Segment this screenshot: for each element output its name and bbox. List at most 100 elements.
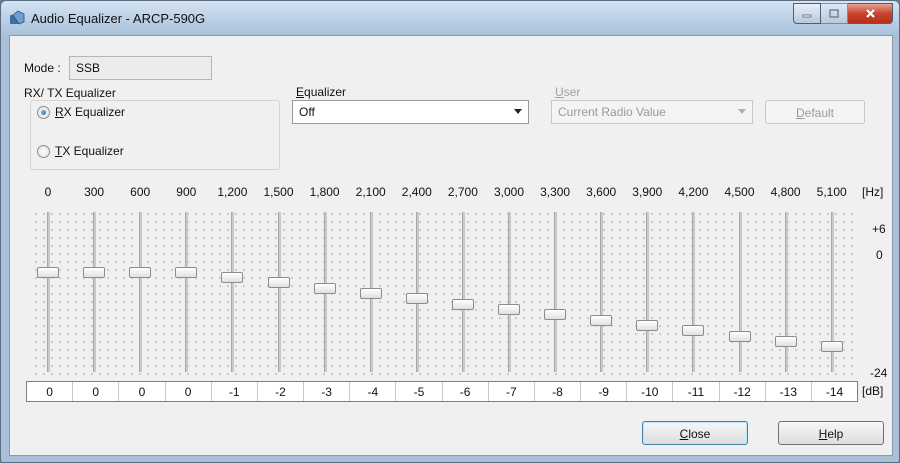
slider-track[interactable] (784, 212, 788, 372)
slider-thumb[interactable] (820, 341, 843, 353)
slider-track[interactable] (508, 212, 511, 372)
chevron-down-icon (738, 109, 746, 114)
slider-thumb[interactable] (129, 266, 152, 278)
frequency-label: 2,700 (447, 185, 478, 199)
rx-equalizer-label[interactable]: RX Equalizer (55, 105, 125, 119)
frequency-label: 600 (130, 185, 151, 199)
frequency-label: 1,500 (263, 185, 294, 199)
frequency-label: 1,200 (217, 185, 248, 199)
slider-track[interactable] (277, 212, 281, 372)
db-value-cell: -3 (304, 382, 351, 401)
close-button[interactable]: Close (642, 421, 748, 445)
slider-thumb[interactable] (405, 293, 428, 305)
slider-track[interactable] (185, 212, 189, 372)
db-value-cell: -10 (627, 382, 674, 401)
slider-track[interactable] (93, 212, 97, 372)
slider-thumb[interactable] (267, 277, 290, 289)
slider-thumb[interactable] (774, 335, 797, 347)
caption-buttons (793, 3, 893, 24)
slider-thumb[interactable] (636, 319, 659, 331)
slider-track[interactable] (600, 212, 604, 372)
slider-track[interactable] (47, 212, 50, 372)
hz-unit-label: [Hz] (862, 185, 884, 199)
frequency-label: 4,200 (678, 185, 709, 199)
db-value-cell: 0 (166, 382, 212, 401)
user-select: Current Radio Value (551, 100, 753, 124)
scale-zero-label: 0 (876, 248, 883, 262)
default-button: Default (765, 100, 865, 124)
slider-thumb[interactable] (83, 266, 106, 278)
maximize-icon (829, 9, 839, 18)
db-value-cell: -2 (258, 382, 305, 401)
db-value-cell: -4 (350, 382, 397, 401)
slider-thumb[interactable] (590, 314, 613, 326)
mode-label: Mode : (24, 61, 61, 75)
equalizer-dot-grid (30, 208, 856, 376)
slider-track[interactable] (231, 212, 235, 372)
slider-track[interactable] (461, 212, 465, 372)
slider-thumb[interactable] (313, 282, 336, 294)
tx-equalizer-radio[interactable] (37, 145, 50, 158)
slider-track[interactable] (554, 212, 558, 372)
chevron-down-icon (514, 109, 522, 114)
db-values-row: 0 0 0 0 -1 -2 -3 -4 -5 -6 -7 -8 -9 -10 -11 -12 -13 -14 (26, 381, 858, 402)
mode-field: SSB (69, 56, 212, 80)
close-window-button[interactable] (848, 3, 893, 24)
slider-thumb[interactable] (451, 298, 474, 310)
frequency-label: 1,800 (309, 185, 340, 199)
slider-thumb[interactable] (498, 303, 520, 315)
db-unit-label: [dB] (862, 384, 884, 398)
slider-track[interactable] (692, 212, 696, 372)
frequency-label: 900 (176, 185, 197, 199)
minimize-button[interactable] (793, 3, 821, 24)
db-value-cell: -14 (825, 385, 844, 399)
slider-thumb[interactable] (175, 266, 198, 278)
frequency-label: 3,000 (493, 185, 525, 199)
equalizer-label: Equalizer (296, 85, 347, 99)
tx-equalizer-label[interactable]: TX Equalizer (55, 144, 124, 158)
db-value-cell: -7 (489, 382, 535, 401)
rx-equalizer-radio[interactable] (37, 106, 50, 119)
slider-thumb[interactable] (37, 266, 59, 278)
slider-track[interactable] (415, 212, 419, 372)
frequency-label: 4,500 (724, 185, 755, 199)
db-value-cell: -5 (396, 382, 443, 401)
slider-thumb[interactable] (682, 325, 705, 337)
user-value: Current Radio Value (558, 105, 666, 119)
frequency-label: 5,100 (816, 185, 847, 199)
mode-value: SSB (76, 61, 101, 75)
frequency-label: 3,900 (632, 185, 663, 199)
help-button[interactable]: Help (778, 421, 884, 445)
db-value-cell: 0 (119, 382, 166, 401)
slider-thumb[interactable] (359, 287, 382, 299)
db-value-cell: -11 (673, 382, 720, 401)
rxtx-group-title: RX/ TX Equalizer (24, 86, 116, 100)
frequency-label: 0 (44, 185, 52, 199)
slider-track[interactable] (646, 212, 650, 372)
frequency-label: 3,300 (540, 185, 571, 199)
db-value-cell: 0 (73, 382, 120, 401)
scale-top-label: +6 (872, 222, 886, 236)
maximize-button (821, 3, 848, 24)
db-value-cell: -12 (720, 382, 766, 401)
frequency-label: 300 (84, 185, 105, 199)
minimize-icon (802, 14, 812, 17)
slider-track[interactable] (139, 212, 143, 372)
db-value-cell: -1 (212, 382, 258, 401)
frequency-label: 2,100 (355, 185, 386, 199)
equalizer-value: Off (299, 105, 315, 119)
frequency-label: 3,600 (586, 185, 617, 199)
equalizer-select[interactable]: Off (292, 100, 529, 124)
frequency-label: 2,400 (401, 185, 432, 199)
db-value-cell: -6 (443, 382, 489, 401)
title-bar[interactable]: Audio Equalizer - ARCP-590G (1, 1, 899, 35)
slider-thumb[interactable] (544, 309, 567, 321)
equalizer-window: Audio Equalizer - ARCP-590G Mode : SSB R… (0, 0, 900, 463)
slider-track[interactable] (738, 212, 742, 372)
slider-thumb[interactable] (221, 271, 244, 283)
db-value-cell: -13 (766, 382, 812, 401)
close-icon (865, 9, 875, 18)
slider-thumb[interactable] (728, 330, 751, 342)
user-label: User (555, 85, 581, 99)
dialog-client-area: Mode : SSB RX/ TX Equalizer RX Equalizer… (9, 35, 893, 456)
